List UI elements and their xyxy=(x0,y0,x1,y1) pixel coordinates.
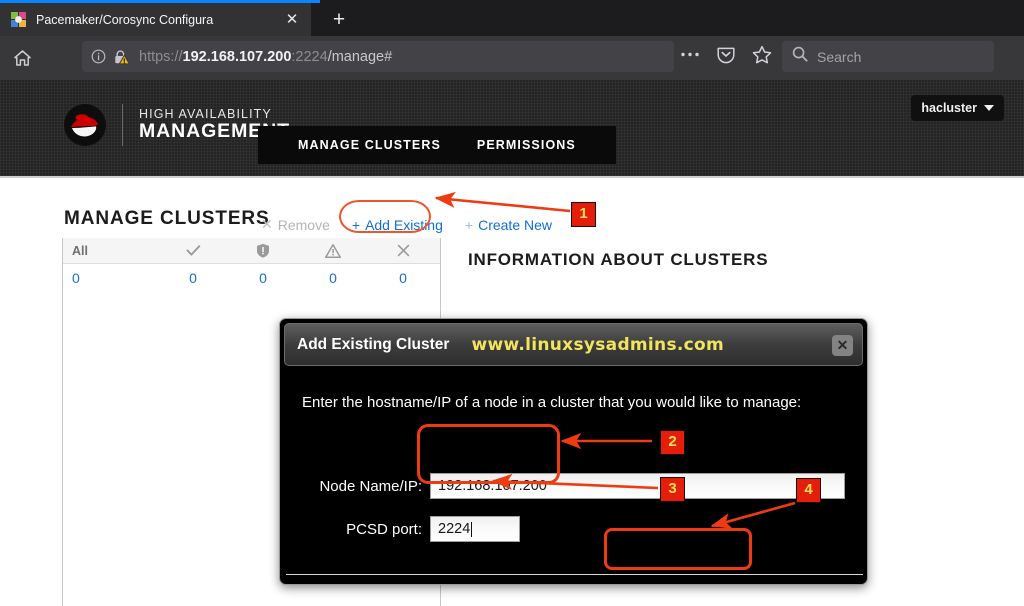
browser-search-box[interactable]: Search xyxy=(782,41,994,72)
x-icon[interactable] xyxy=(368,244,438,257)
close-icon[interactable]: ✕ xyxy=(283,11,301,29)
plus-icon: + xyxy=(464,216,474,233)
check-icon[interactable] xyxy=(158,244,228,257)
table-row: 0 0 0 0 0 xyxy=(63,264,440,292)
tab-permissions[interactable]: PERMISSIONS xyxy=(459,138,594,152)
info-icon[interactable] xyxy=(91,49,106,64)
add-existing-cluster-label: Add Existing xyxy=(365,216,443,233)
cell-count-shield[interactable]: 0 xyxy=(228,270,298,286)
search-icon xyxy=(792,46,808,67)
info-about-clusters-title: INFORMATION ABOUT CLUSTERS xyxy=(468,250,769,269)
cell-count-ok[interactable]: 0 xyxy=(158,270,228,286)
x-icon: ✕ xyxy=(261,216,273,232)
cell-count-warning[interactable]: 0 xyxy=(298,270,368,286)
main-nav-tabs: MANAGE CLUSTERS PERMISSIONS xyxy=(258,126,616,164)
insecure-lock-icon[interactable] xyxy=(113,49,131,65)
pcsd-port-label: PCSD port: xyxy=(346,520,422,538)
browser-toolbar-icons xyxy=(680,45,772,64)
dialog-title-bar: Add Existing Cluster www.linuxsysadmins.… xyxy=(284,323,863,366)
text-caret xyxy=(471,521,473,537)
dialog-title: Add Existing Cluster xyxy=(297,335,450,353)
node-name-field-row: Node Name/IP: 192.168.107.200 xyxy=(302,473,845,499)
cluster-actions-toolbar: ✕ Remove + Add Existing + Create New xyxy=(250,212,563,237)
pocket-icon[interactable] xyxy=(716,45,736,64)
watermark-text: www.linuxsysadmins.com xyxy=(471,334,724,355)
remove-cluster-label: Remove xyxy=(277,216,330,233)
cell-count-all[interactable]: 0 xyxy=(63,270,158,286)
pcsd-port-input[interactable]: 2224 xyxy=(430,516,520,542)
add-existing-cluster-button[interactable]: + Add Existing xyxy=(341,213,454,237)
address-bar-url: https://192.168.107.200:2224/manage# xyxy=(139,49,392,65)
more-icon[interactable] xyxy=(680,51,700,58)
url-path: /manage# xyxy=(327,48,393,65)
create-new-cluster-button[interactable]: + Create New xyxy=(454,213,563,237)
node-name-input[interactable]: 192.168.107.200 xyxy=(430,473,845,499)
pcs-favicon xyxy=(10,11,27,28)
dialog-separator xyxy=(286,574,863,575)
tab-manage-clusters[interactable]: MANAGE CLUSTERS xyxy=(280,138,459,152)
user-menu-button[interactable]: hacluster xyxy=(911,95,1004,121)
user-menu-label: hacluster xyxy=(921,101,977,115)
cell-count-error[interactable]: 0 xyxy=(368,270,438,286)
browser-tab-strip: Pacemaker/Corosync Configura ✕ + xyxy=(0,0,1024,36)
left-panel-divider xyxy=(62,238,63,606)
warning-triangle-icon[interactable] xyxy=(298,243,368,258)
app-header: HIGH AVAILABILITY MANAGEMENT MANAGE CLUS… xyxy=(0,80,1024,178)
address-bar[interactable]: https://192.168.107.200:2224/manage# xyxy=(82,41,674,72)
shield-icon[interactable] xyxy=(228,243,298,258)
dialog-close-icon[interactable]: ✕ xyxy=(832,335,853,356)
dialog-prompt: Enter the hostname/IP of a node in a clu… xyxy=(302,394,802,411)
star-icon[interactable] xyxy=(752,45,772,64)
home-icon[interactable] xyxy=(8,45,36,71)
pcsd-port-value: 2224 xyxy=(438,521,471,537)
table-header-row: All xyxy=(63,238,440,264)
search-input-placeholder: Search xyxy=(817,48,862,65)
create-new-cluster-label: Create New xyxy=(478,216,552,233)
redhat-logo xyxy=(60,100,110,150)
annotation-badge-2: 2 xyxy=(660,430,685,455)
screenshot-root: Pacemaker/Corosync Configura ✕ + https:/… xyxy=(0,0,1024,606)
browser-tab-title: Pacemaker/Corosync Configura xyxy=(36,12,214,27)
annotation-badge-3: 3 xyxy=(660,477,685,502)
column-header-all[interactable]: All xyxy=(63,244,158,258)
url-scheme: https:// xyxy=(139,48,183,65)
node-name-label: Node Name/IP: xyxy=(319,477,422,495)
page-title: MANAGE CLUSTERS xyxy=(64,208,270,229)
cluster-summary-table: All 0 0 0 0 0 xyxy=(63,238,440,292)
brand-divider xyxy=(122,104,123,146)
remove-cluster-button[interactable]: ✕ Remove xyxy=(250,212,341,237)
add-existing-cluster-dialog: Add Existing Cluster www.linuxsysadmins.… xyxy=(279,318,868,585)
annotation-badge-1: 1 xyxy=(571,202,596,227)
url-host: 192.168.107.200 xyxy=(182,48,292,65)
annotation-badge-4: 4 xyxy=(796,478,821,503)
pcsd-port-field-row: PCSD port: 2224 xyxy=(302,516,520,542)
plus-icon: + xyxy=(351,216,361,233)
url-port: :2224 xyxy=(291,48,328,65)
new-tab-button[interactable]: + xyxy=(327,8,351,32)
chevron-down-icon xyxy=(984,105,994,111)
app-brand: HIGH AVAILABILITY MANAGEMENT xyxy=(60,100,290,150)
browser-tab[interactable]: Pacemaker/Corosync Configura ✕ xyxy=(0,3,311,36)
